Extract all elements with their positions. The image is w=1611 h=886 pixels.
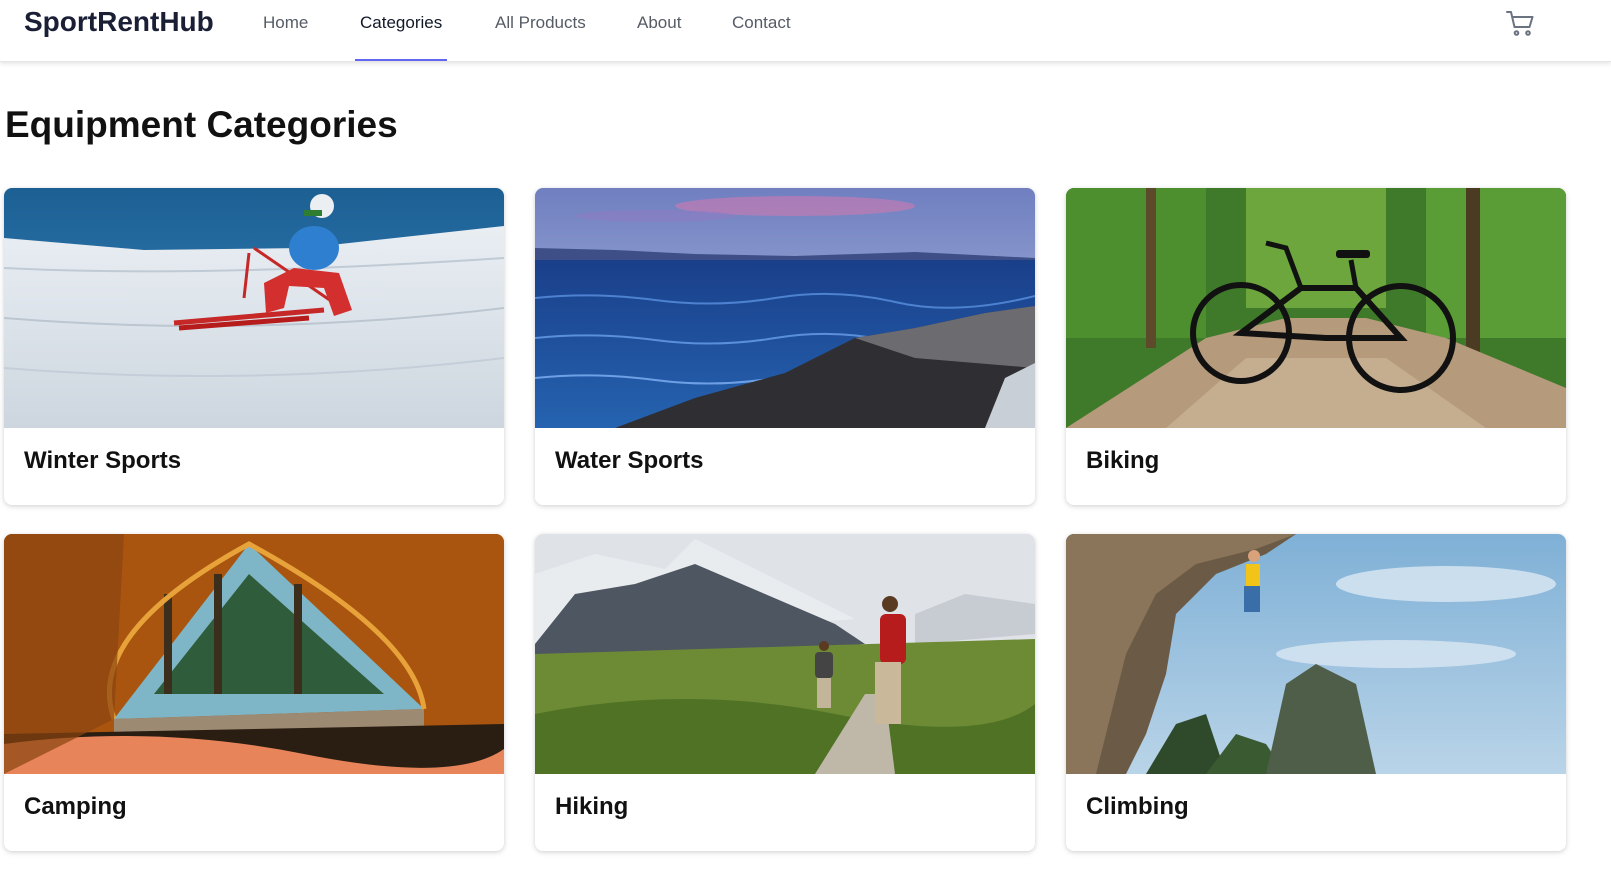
water-sports-image: [535, 188, 1035, 428]
nav-link-home[interactable]: Home: [258, 12, 313, 61]
category-label: Biking: [1086, 447, 1160, 474]
brand-logo[interactable]: SportRentHub: [24, 4, 214, 40]
category-card-water-sports[interactable]: Water Sports: [535, 188, 1035, 505]
category-label: Winter Sports: [24, 447, 182, 474]
top-navbar: SportRentHub Home Categories All Product…: [0, 0, 1611, 62]
nav-link-categories[interactable]: Categories: [355, 12, 448, 61]
category-card-biking[interactable]: Biking: [1066, 188, 1566, 505]
category-card-camping[interactable]: Camping: [4, 534, 504, 851]
category-label: Camping: [24, 793, 127, 820]
category-card-hiking[interactable]: Hiking: [535, 534, 1035, 851]
category-label: Hiking: [555, 793, 629, 820]
category-card-winter-sports[interactable]: Winter Sports: [4, 188, 504, 505]
nav-link-all-products[interactable]: All Products: [490, 12, 591, 61]
page-title: Equipment Categories: [5, 104, 398, 145]
hiking-image: [535, 534, 1035, 774]
climbing-image: [1066, 534, 1566, 774]
nav-link-about[interactable]: About: [632, 12, 686, 61]
nav-link-contact[interactable]: Contact: [727, 12, 796, 61]
biking-image: [1066, 188, 1566, 428]
category-label: Climbing: [1086, 793, 1189, 820]
camping-image: [4, 534, 504, 774]
category-label: Water Sports: [555, 447, 704, 474]
shopping-cart-icon[interactable]: [1505, 8, 1537, 40]
winter-sports-image: [4, 188, 504, 428]
category-card-climbing[interactable]: Climbing: [1066, 534, 1566, 851]
